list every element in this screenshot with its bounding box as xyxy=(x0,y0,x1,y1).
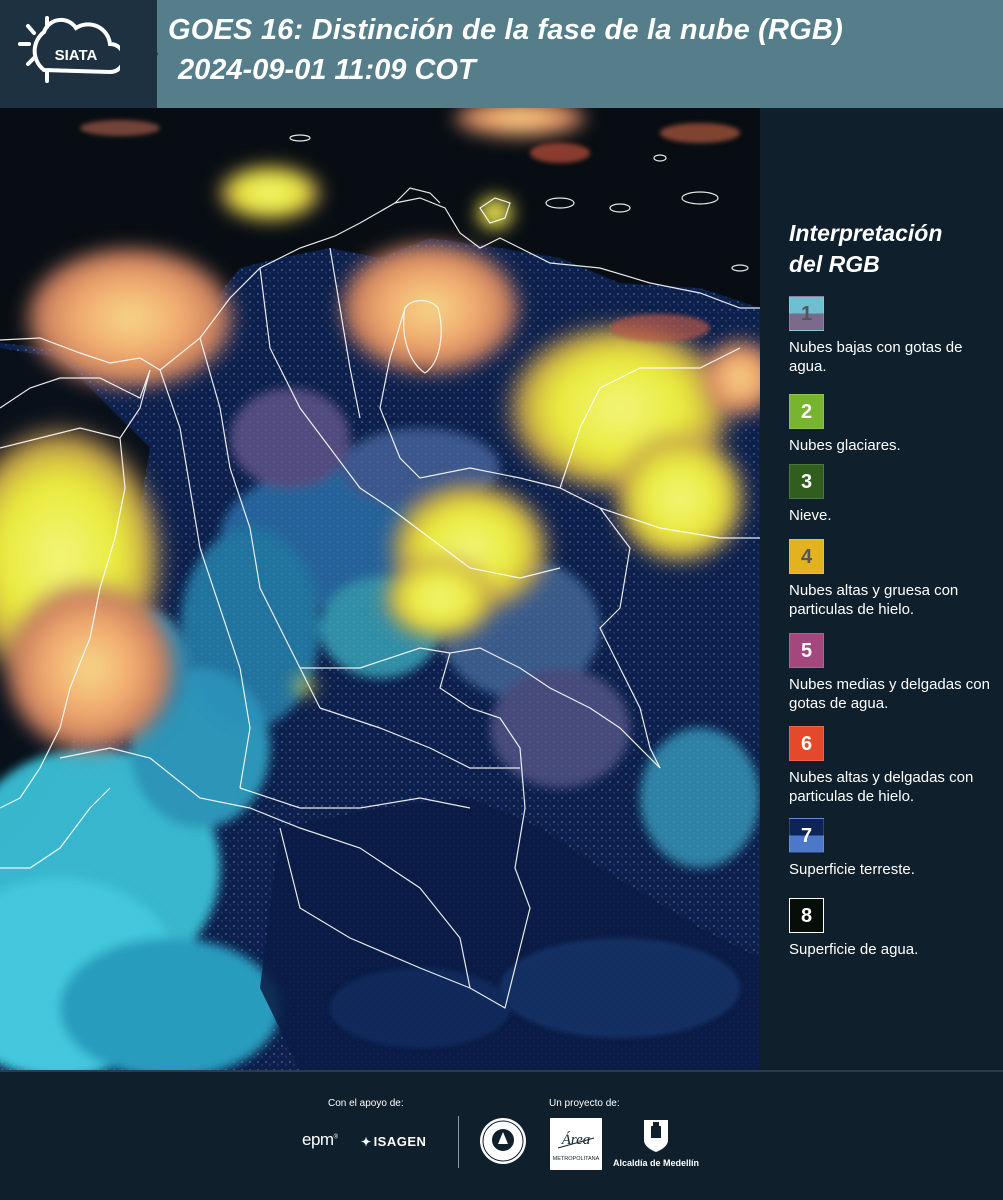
satellite-map-image xyxy=(0,108,760,1070)
page-title: GOES 16: Distinción de la fase de la nub… xyxy=(168,14,843,46)
alcaldia-shield-icon xyxy=(644,1120,668,1152)
legend-label: Nieve. xyxy=(789,507,832,524)
legend-swatch-number: 3 xyxy=(800,471,813,493)
isagen-icon: ✦ xyxy=(361,1135,372,1149)
legend-item: 5 Nubes medias y delgadas con gotas de ag… xyxy=(789,633,999,713)
legend-swatch-number: 1 xyxy=(800,303,813,325)
legend-label: Nubes altas y delgadas con particulas de… xyxy=(789,769,974,805)
legend-swatch: 7 xyxy=(789,818,824,853)
legend-swatch: 3 xyxy=(789,464,824,499)
legend-label: Superficie terreste. xyxy=(789,861,915,878)
legend-swatch: 2 xyxy=(789,394,824,429)
legend-swatch-number: 7 xyxy=(800,825,813,847)
isagen-logo-text: ISAGEN xyxy=(373,1134,427,1149)
legend-label: Nubes medias y delgadas con gotas de agu… xyxy=(789,676,990,712)
alcaldia-label: Alcaldía de Medellín xyxy=(613,1158,700,1168)
legend-item: 1 Nubes bajas con gotas de agua. xyxy=(789,296,999,376)
legend-title-line1: Interpretación xyxy=(789,220,943,246)
legend-swatch: 1 xyxy=(789,296,824,331)
medellin-seal-icon xyxy=(480,1118,526,1164)
header: SIATA GOES 16: Distinción de la fase de … xyxy=(0,0,1003,108)
legend-swatch: 5 xyxy=(789,633,824,668)
project-label: Un proyecto de: xyxy=(549,1098,620,1109)
legend-title-line2: del RGB xyxy=(789,251,880,277)
legend-swatch: 6 xyxy=(789,726,824,761)
legend-item: 8 Superficie de agua. xyxy=(789,898,999,959)
legend-label: Nubes bajas con gotas de agua. xyxy=(789,339,963,375)
legend-label: Superficie de agua. xyxy=(789,941,919,958)
siata-logo-icon: SIATA xyxy=(18,16,126,83)
legend-item: 2 Nubes glaciares. xyxy=(789,394,999,455)
legend-swatch-number: 2 xyxy=(800,401,813,423)
legend-label: Nubes glaciares. xyxy=(789,437,901,454)
legend-item: 3 Nieve. xyxy=(789,464,999,525)
legend-swatch-number: 6 xyxy=(800,733,813,755)
siata-logo-text: SIATA xyxy=(55,47,98,64)
logo-arrow-shape xyxy=(120,0,158,108)
page-subtitle-timestamp: 2024-09-01 11:09 COT xyxy=(178,54,476,86)
isagen-logo: ✦ ISAGEN xyxy=(361,1134,426,1149)
area-metropolitana-logo: Área METROPOLITANA xyxy=(550,1118,602,1170)
area-logo-text: Área xyxy=(561,1131,591,1148)
footer: Con el apoyo de: Un proyecto de: epm® ✦ I… xyxy=(0,1070,1003,1200)
support-label: Con el apoyo de: xyxy=(328,1098,404,1109)
legend-item: 4 Nubes altas y gruesa con particulas de … xyxy=(789,539,999,619)
epm-logo-text: epm xyxy=(302,1130,334,1149)
legend-swatch: 4 xyxy=(789,539,824,574)
legend-title: Interpretación del RGB xyxy=(789,218,989,280)
area-logo-subtext: METROPOLITANA xyxy=(553,1156,600,1162)
legend-swatch: 8 xyxy=(789,898,824,933)
footer-logo-divider xyxy=(458,1116,459,1168)
legend-swatch-number: 5 xyxy=(800,640,813,662)
legend-label: Nubes altas y gruesa con particulas de h… xyxy=(789,582,959,618)
footer-divider xyxy=(0,1070,1003,1072)
legend-item: 7 Superficie terreste. xyxy=(789,818,999,879)
legend-swatch-number: 8 xyxy=(800,905,813,927)
legend-item: 6 Nubes altas y delgadas con particulas d… xyxy=(789,726,999,806)
legend-swatch-number: 4 xyxy=(800,546,813,568)
satellite-map xyxy=(0,108,760,1070)
epm-logo: epm® xyxy=(302,1130,338,1149)
legend-panel: Interpretación del RGB 1 Nubes bajas con … xyxy=(760,108,1003,1070)
